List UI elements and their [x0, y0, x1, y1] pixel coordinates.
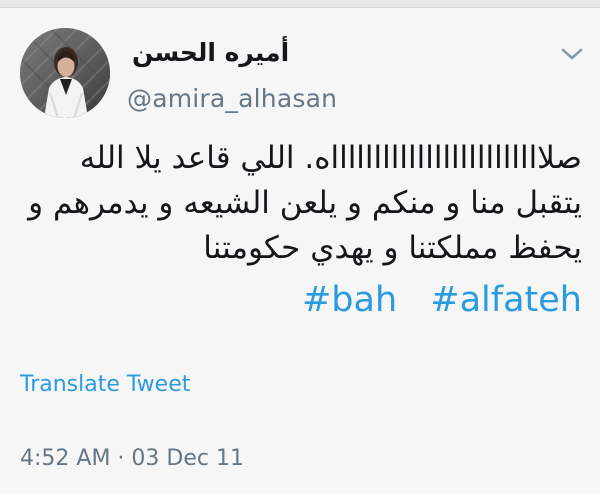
timestamp-separator: · [110, 446, 132, 471]
translate-tweet-link[interactable]: Translate Tweet [20, 372, 190, 397]
avatar-image [20, 28, 110, 118]
tweet-date: 03 Dec 11 [131, 446, 244, 471]
top-divider [0, 0, 600, 8]
user-handle[interactable]: @amira_alhasan [127, 84, 337, 113]
tweet-timestamp: 4:52 AM · 03 Dec 11 [20, 446, 244, 471]
avatar[interactable] [20, 28, 110, 118]
tweet-text: صلاااااااااااااااااااااااااه. اللي قاعد … [28, 140, 582, 266]
tweet-card: أميره الحسن @amira_alhasan صلااااااااااا… [0, 8, 600, 494]
hashtags: #bah #alfateh [22, 280, 582, 320]
hashtag-alfateh[interactable]: #alfateh [430, 280, 582, 320]
chevron-down-icon[interactable] [560, 46, 584, 62]
display-name[interactable]: أميره الحسن [132, 38, 289, 67]
hashtag-bah[interactable]: #bah [302, 280, 397, 320]
tweet-time: 4:52 AM [20, 446, 111, 471]
